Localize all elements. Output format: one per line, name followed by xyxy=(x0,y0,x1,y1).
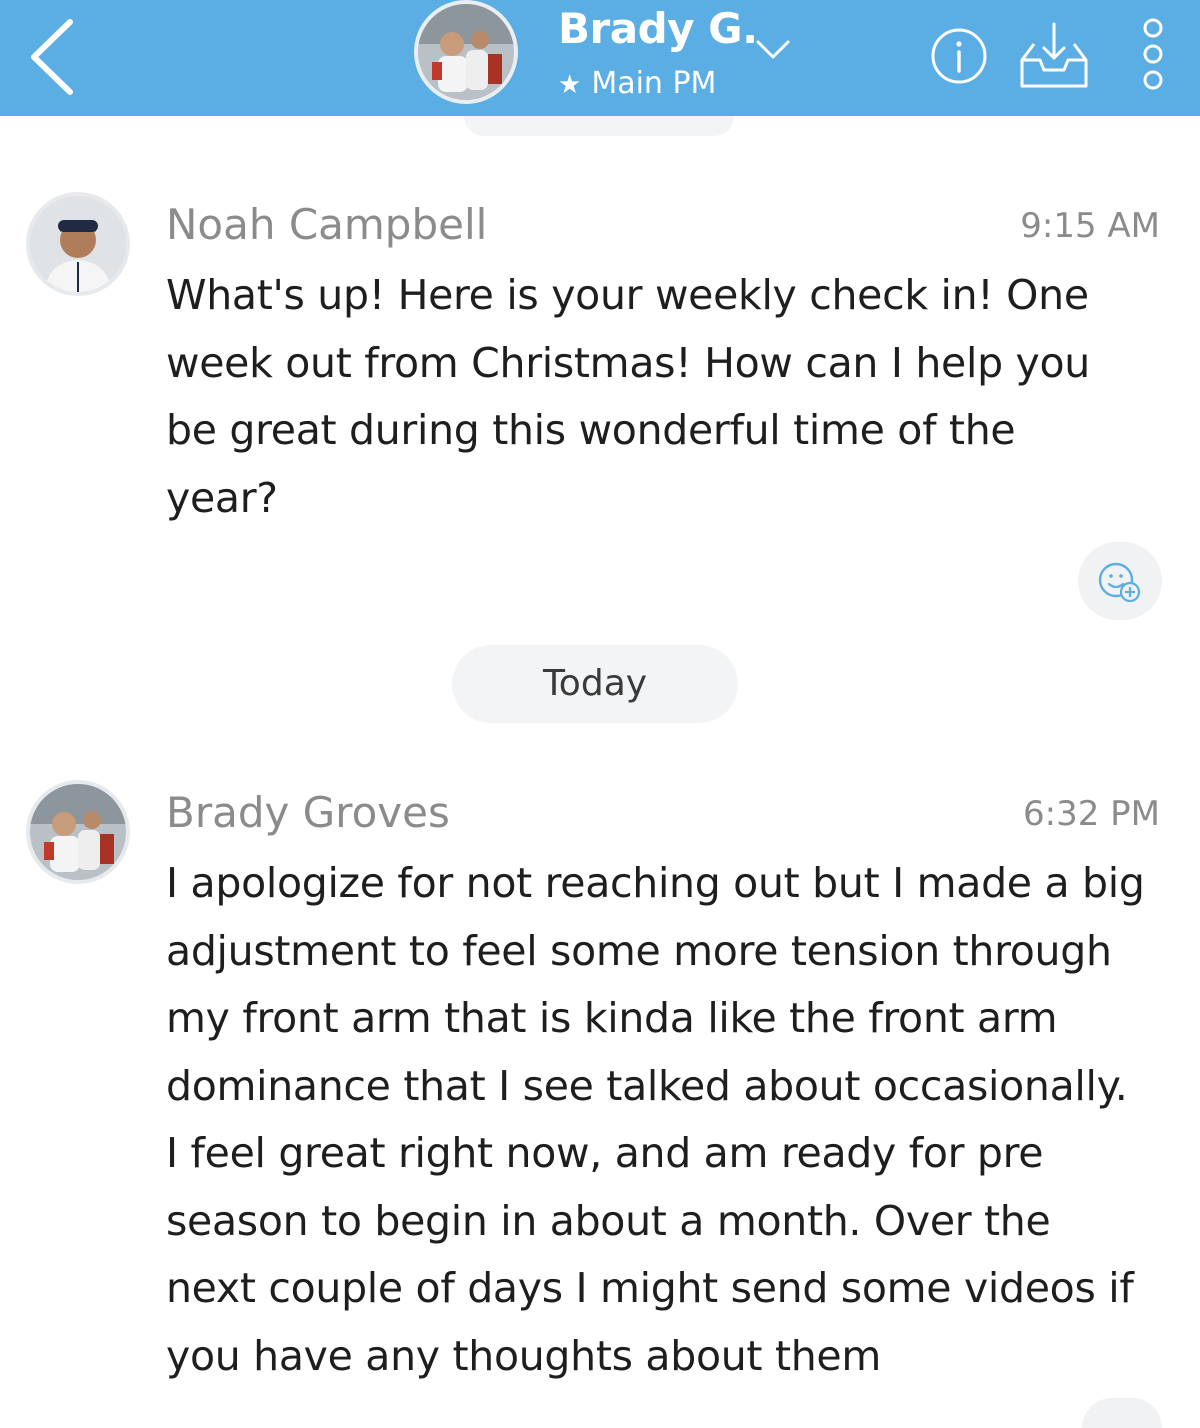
chevron-down-icon[interactable] xyxy=(752,36,794,64)
avatar[interactable] xyxy=(414,0,518,104)
chat-subtitle: ★ Main PM xyxy=(558,66,716,101)
back-button[interactable] xyxy=(20,14,90,100)
subtitle-label: Main PM xyxy=(591,66,717,101)
back-icon xyxy=(31,19,73,95)
chat-header: Brady G. ★ Main PM xyxy=(0,0,1200,116)
message-line: next couple of days I might send some vi… xyxy=(166,1264,1134,1312)
page-title[interactable]: Brady G. xyxy=(558,4,758,60)
message-time: 9:15 AM xyxy=(1020,206,1160,246)
message-line: my front arm that is kinda like the fron… xyxy=(166,994,1058,1042)
avatar[interactable] xyxy=(26,780,130,884)
info-button[interactable] xyxy=(930,27,988,85)
message-line: What's up! Here is your weekly check in!… xyxy=(166,271,1089,319)
sender-photo xyxy=(30,784,126,880)
message-line: year? xyxy=(166,473,278,522)
sender-name: Noah Campbell xyxy=(166,200,488,249)
add-reaction-button-partial[interactable] xyxy=(1082,1398,1162,1428)
add-reaction-button[interactable] xyxy=(1078,542,1162,620)
date-divider: Today xyxy=(452,645,738,723)
more-vertical-icon xyxy=(1143,18,1163,90)
message-time: 6:32 PM xyxy=(1023,794,1160,834)
message-line: I feel great right now, and am ready for… xyxy=(166,1129,1044,1177)
message-line: be great during this wonderful time of t… xyxy=(166,406,1016,454)
message-body: I apologize for not reaching out but I m… xyxy=(166,850,1166,1390)
avatar[interactable] xyxy=(26,192,130,296)
message-line: I apologize for not reaching out but I m… xyxy=(166,859,1145,907)
star-icon: ★ xyxy=(558,70,582,100)
message-line: adjustment to feel some more tension thr… xyxy=(166,926,1112,975)
sender-photo xyxy=(30,196,126,292)
message-body: What's up! Here is your weekly check in!… xyxy=(166,262,1166,532)
message-line: dominance that I see talked about occasi… xyxy=(166,1061,1128,1110)
more-button[interactable] xyxy=(1140,14,1166,94)
info-icon xyxy=(931,28,987,84)
inbox-button[interactable] xyxy=(1016,20,1092,90)
message-line: you have any thoughts about them xyxy=(166,1331,881,1380)
sender-name: Brady Groves xyxy=(166,788,450,837)
emoji-add-icon xyxy=(1098,562,1141,603)
message-line: season to begin in about a month. Over t… xyxy=(166,1196,1051,1245)
player-photo xyxy=(418,4,514,100)
date-divider-partial xyxy=(464,116,734,136)
inbox-download-icon xyxy=(1020,22,1088,88)
message-line: week out from Christmas! How can I help … xyxy=(166,338,1090,387)
